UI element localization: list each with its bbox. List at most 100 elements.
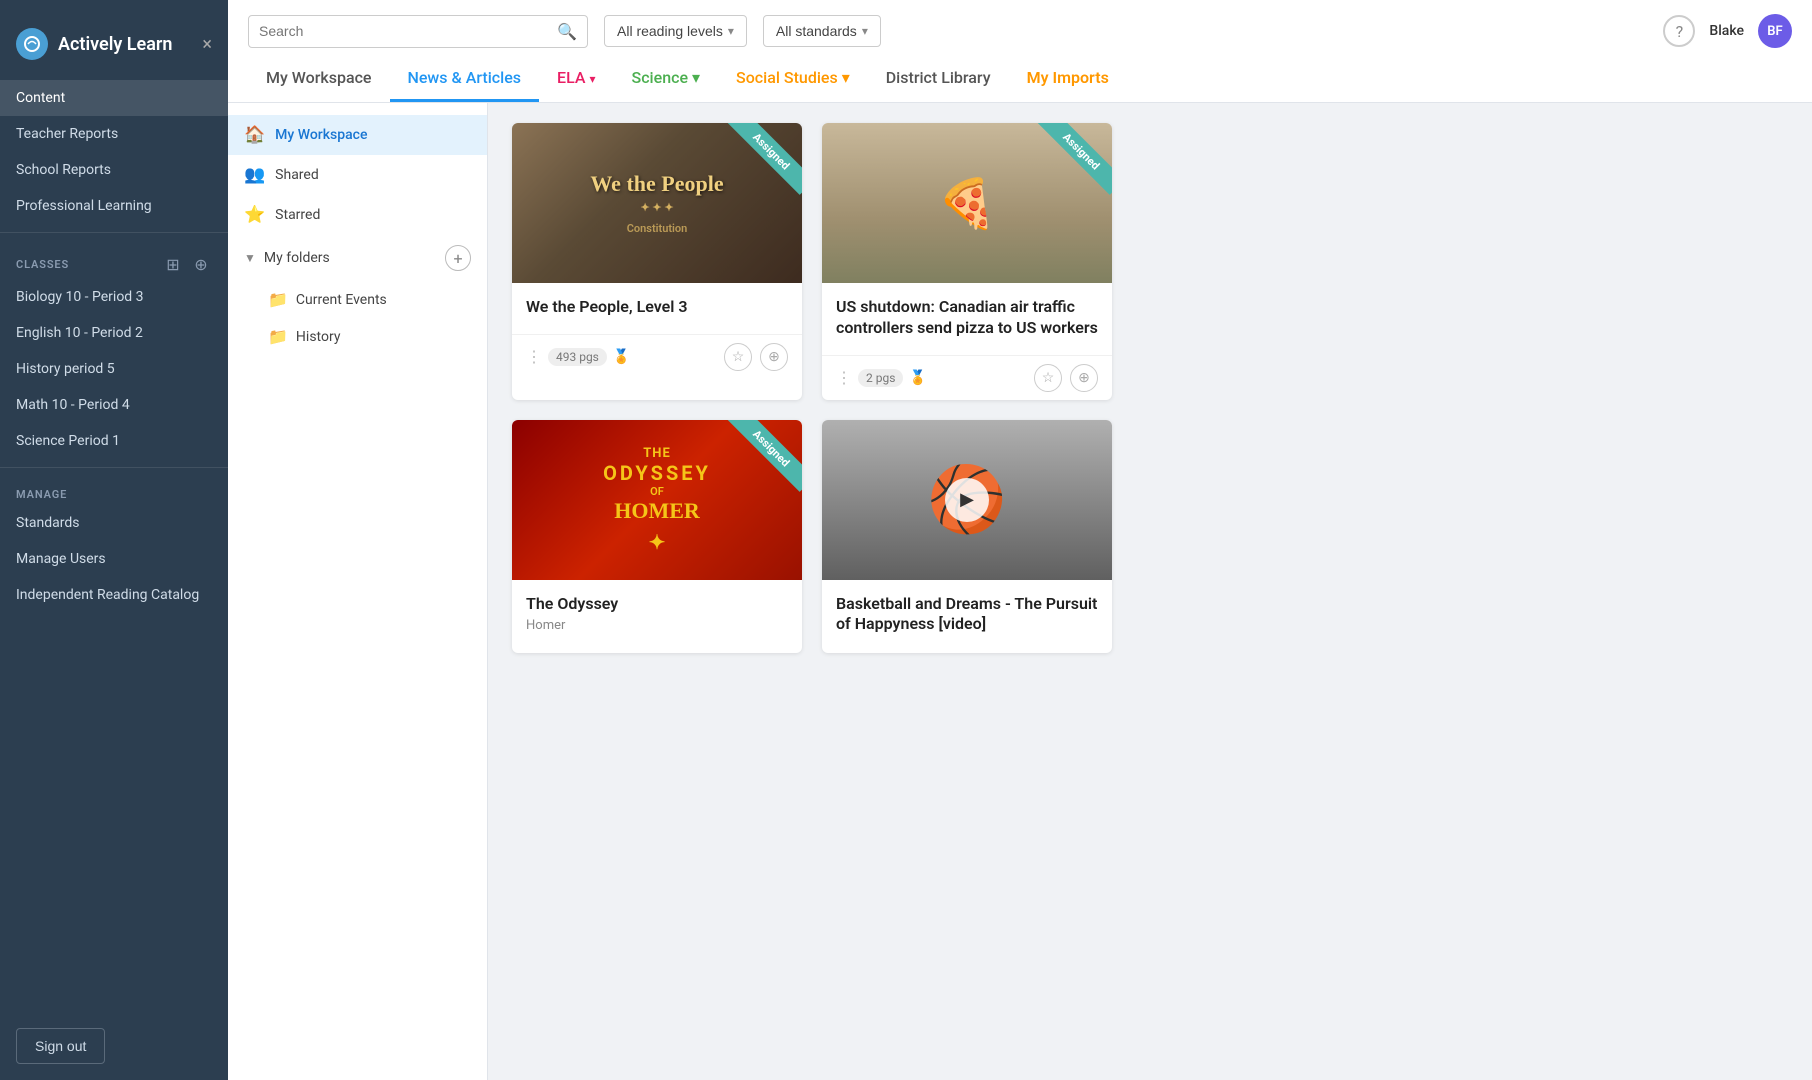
panel-item-my-workspace[interactable]: 🏠 My Workspace <box>228 115 487 155</box>
search-box[interactable]: 🔍 <box>248 15 588 48</box>
history-folder-icon: 📁 <box>268 327 288 346</box>
card-body-us-shutdown: US shutdown: Canadian air traffic contro… <box>822 283 1112 355</box>
us-shutdown-menu-icon[interactable]: ⋮ <box>836 368 852 387</box>
sign-out-button[interactable]: Sign out <box>16 1028 105 1064</box>
sidebar: Actively Learn × Content Teacher Reports… <box>0 0 228 1080</box>
panel-item-current-events[interactable]: 📁 Current Events <box>228 281 487 318</box>
we-the-people-add-button[interactable]: ⊕ <box>760 343 788 371</box>
sidebar-item-professional-learning[interactable]: Professional Learning <box>0 188 228 224</box>
sidebar-item-school-reports-label: School Reports <box>16 162 111 178</box>
tab-ela[interactable]: ELA ▾ <box>539 60 613 102</box>
we-the-people-pages: 493 pgs <box>548 348 607 366</box>
we-the-people-image-sub: ✦ ✦ ✦ <box>640 201 673 214</box>
tab-my-workspace[interactable]: My Workspace <box>248 60 390 102</box>
search-input[interactable] <box>259 23 551 39</box>
sidebar-item-manage-users[interactable]: Manage Users <box>0 541 228 577</box>
sidebar-item-professional-learning-label: Professional Learning <box>16 198 152 214</box>
shared-icon: 👥 <box>244 165 265 185</box>
panel-item-my-workspace-label: My Workspace <box>275 127 367 143</box>
tab-social-studies[interactable]: Social Studies ▾ <box>718 60 868 102</box>
reading-level-arrow-icon: ▾ <box>728 24 734 38</box>
sidebar-item-history-label: History period 5 <box>16 361 115 377</box>
card-we-the-people[interactable]: We the People ✦ ✦ ✦ Constitution We the … <box>512 123 802 400</box>
main-area: 🔍 All reading levels ▾ All standards ▾ ?… <box>228 0 1812 1080</box>
card-image-us-shutdown: 🍕 <box>822 123 1112 283</box>
card-meta-we-the-people: ⋮ 493 pgs 🏅 <box>526 347 630 366</box>
card-footer-us-shutdown: ⋮ 2 pgs 🏅 ☆ ⊕ <box>822 355 1112 400</box>
card-image-basketball: 🏀 ▶ <box>822 420 1112 580</box>
card-title-odyssey: The Odyssey <box>526 594 788 615</box>
app-title: Actively Learn <box>58 34 172 55</box>
sidebar-header: Actively Learn × <box>0 0 228 80</box>
standards-filter[interactable]: All standards ▾ <box>763 15 881 47</box>
search-icon: 🔍 <box>557 22 577 41</box>
us-shutdown-star-button[interactable]: ☆ <box>1034 364 1062 392</box>
tab-my-imports[interactable]: My Imports <box>1009 60 1127 102</box>
starred-icon: ⭐ <box>244 205 265 225</box>
sidebar-item-biology-label: Biology 10 - Period 3 <box>16 289 144 305</box>
sidebar-item-manage-users-label: Manage Users <box>16 551 106 567</box>
sidebar-item-math-label: Math 10 - Period 4 <box>16 397 130 413</box>
assigned-ribbon-we-the-people <box>712 123 802 213</box>
folder-collapse-icon: ▼ <box>244 251 256 265</box>
we-the-people-constitution: Constitution <box>627 222 688 235</box>
user-avatar[interactable]: BF <box>1758 14 1792 48</box>
panel-item-shared[interactable]: 👥 Shared <box>228 155 487 195</box>
ela-arrow-icon: ▾ <box>589 72 595 86</box>
sidebar-item-english[interactable]: English 10 - Period 2 <box>0 315 228 351</box>
card-title-us-shutdown: US shutdown: Canadian air traffic contro… <box>836 297 1098 339</box>
panel-item-history[interactable]: 📁 History <box>228 318 487 355</box>
divider-classes <box>0 232 228 233</box>
classes-section-header: CLASSES ⊞ ⊕ <box>0 241 228 279</box>
cards-grid: We the People ✦ ✦ ✦ Constitution We the … <box>512 123 1788 653</box>
add-folder-button[interactable]: + <box>445 245 471 271</box>
sidebar-item-reading-catalog[interactable]: Independent Reading Catalog <box>0 577 228 613</box>
tab-science[interactable]: Science ▾ <box>614 60 719 102</box>
add-class-icon[interactable]: ⊞ <box>162 253 184 275</box>
tab-district-library[interactable]: District Library <box>868 60 1009 102</box>
divider-manage <box>0 467 228 468</box>
sidebar-item-content[interactable]: Content <box>0 80 228 116</box>
sidebar-item-standards[interactable]: Standards <box>0 505 228 541</box>
sidebar-item-content-label: Content <box>16 90 65 106</box>
app-logo: Actively Learn <box>16 28 172 60</box>
sidebar-item-history[interactable]: History period 5 <box>0 351 228 387</box>
reading-level-filter[interactable]: All reading levels ▾ <box>604 15 747 47</box>
panel-item-starred[interactable]: ⭐ Starred <box>228 195 487 235</box>
sidebar-item-teacher-reports[interactable]: Teacher Reports <box>0 116 228 152</box>
sidebar-item-math[interactable]: Math 10 - Period 4 <box>0 387 228 423</box>
content-area: 🏠 My Workspace 👥 Shared ⭐ Starred ▼ My f… <box>228 103 1812 1080</box>
card-actions-we-the-people: ☆ ⊕ <box>724 343 788 371</box>
card-body-odyssey: The Odyssey Homer <box>512 580 802 654</box>
card-body-basketball: Basketball and Dreams - The Pursuit of H… <box>822 580 1112 652</box>
we-the-people-menu-icon[interactable]: ⋮ <box>526 347 542 366</box>
my-folders-header[interactable]: ▼ My folders + <box>228 235 487 281</box>
topbar-right: ? Blake BF <box>1663 14 1792 48</box>
card-odyssey[interactable]: THE ODYSSEY OF HOMER ✦ The Odyssey Homer <box>512 420 802 654</box>
sidebar-close-icon[interactable]: × <box>202 34 212 55</box>
panel-item-starred-label: Starred <box>275 207 320 223</box>
card-basketball[interactable]: 🏀 ▶ Basketball and Dreams - The Pursuit … <box>822 420 1112 654</box>
card-image-odyssey: THE ODYSSEY OF HOMER ✦ <box>512 420 802 580</box>
current-events-label: Current Events <box>296 292 387 308</box>
tab-news-articles[interactable]: News & Articles <box>390 60 540 102</box>
odyssey-title-text2: ODYSSEY <box>603 461 711 485</box>
help-icon[interactable]: ? <box>1663 15 1695 47</box>
sidebar-item-biology[interactable]: Biology 10 - Period 3 <box>0 279 228 315</box>
us-shutdown-level-icon: 🏅 <box>909 370 926 386</box>
cards-area: We the People ✦ ✦ ✦ Constitution We the … <box>488 103 1812 1080</box>
topbar-row1: 🔍 All reading levels ▾ All standards ▾ ?… <box>248 14 1792 48</box>
card-us-shutdown[interactable]: 🍕 US shutdown: Canadian air traffic cont… <box>822 123 1112 400</box>
us-shutdown-add-button[interactable]: ⊕ <box>1070 364 1098 392</box>
sidebar-item-school-reports[interactable]: School Reports <box>0 152 228 188</box>
we-the-people-image-text: We the People <box>590 171 723 197</box>
card-body-we-the-people: We the People, Level 3 <box>512 283 802 334</box>
we-the-people-star-button[interactable]: ☆ <box>724 343 752 371</box>
classes-action-icon[interactable]: ⊕ <box>190 253 212 275</box>
my-folders-label: My folders <box>264 250 330 266</box>
sidebar-item-science[interactable]: Science Period 1 <box>0 423 228 459</box>
standards-arrow-icon: ▾ <box>862 24 868 38</box>
us-shutdown-pages: 2 pgs <box>858 369 903 387</box>
odyssey-homer-text: HOMER <box>614 498 700 524</box>
play-button[interactable]: ▶ <box>945 478 989 522</box>
